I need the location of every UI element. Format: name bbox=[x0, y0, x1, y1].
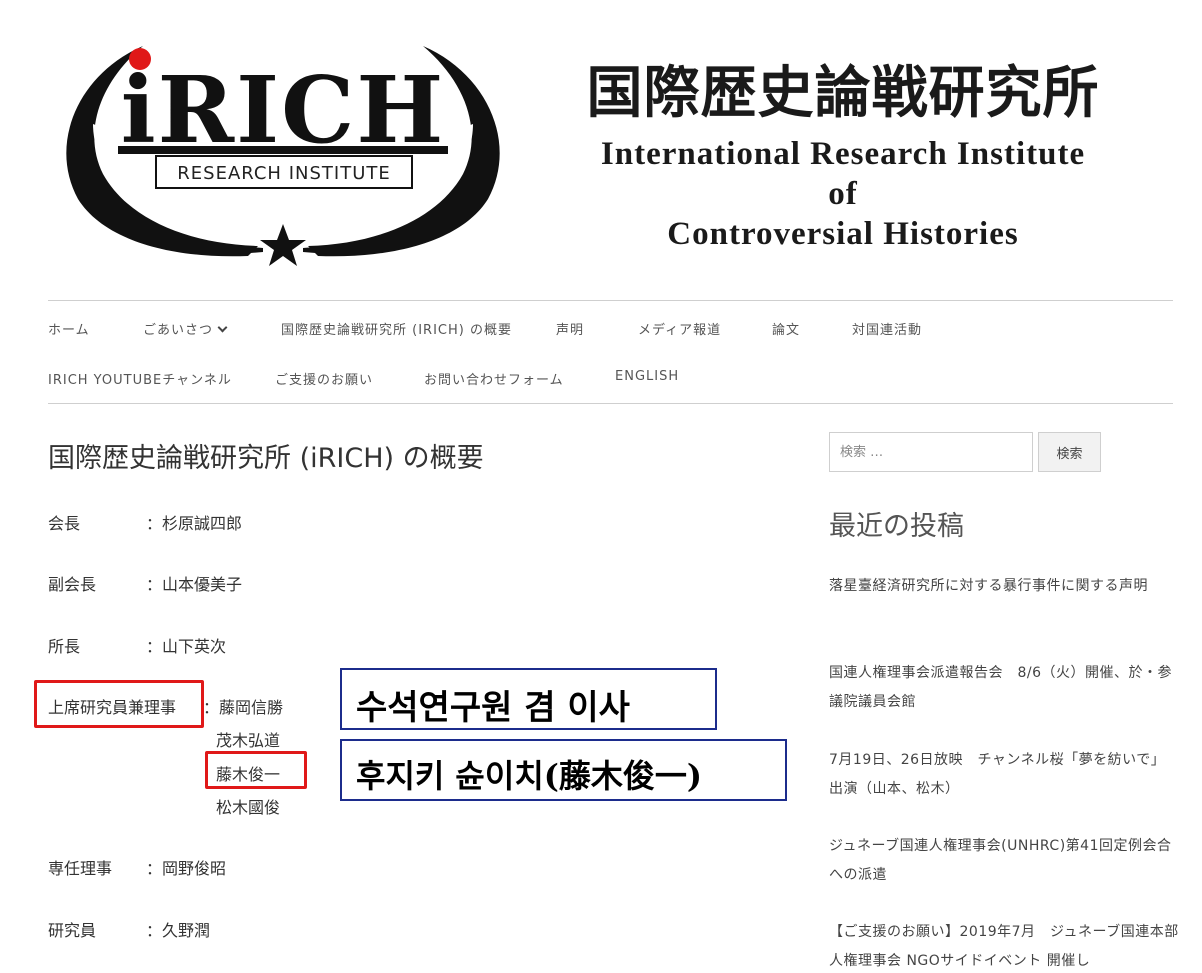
staff-name-senior-researcher: ：藤岡信勝 bbox=[203, 698, 284, 717]
nav-item-contact[interactable]: お問い合わせフォーム bbox=[424, 369, 564, 388]
nav-item-un-activities[interactable]: 対国連活動 bbox=[852, 319, 922, 338]
nav-item-english[interactable]: ENGLISH bbox=[615, 369, 679, 384]
staff-name-executive-director: ：岡野俊昭 bbox=[146, 859, 227, 878]
highlight-box-name bbox=[205, 751, 307, 789]
site-title-en-line3: Controversial Histories bbox=[667, 216, 1019, 252]
nav-item-greeting[interactable]: ごあいさつ bbox=[143, 319, 228, 338]
search-input[interactable] bbox=[829, 432, 1033, 472]
site-title-en-line1: International Research Institute bbox=[600, 136, 1086, 172]
recent-post-link[interactable]: 【ご支援のお願い】2019年7月 ジュネーブ国連本部 人権理事会 NGOサイドイ… bbox=[829, 918, 1179, 973]
senior-member-name: 茂木弘道 bbox=[216, 731, 281, 750]
staff-role-director: 所長 bbox=[48, 637, 81, 656]
nav-item-papers[interactable]: 論文 bbox=[772, 319, 800, 338]
irich-logo-emblem: iRICH RESEARCH INSTITUTE bbox=[66, 46, 500, 266]
staff-role-executive-director: 専任理事 bbox=[48, 859, 113, 878]
staff-role-vice-president: 副会長 bbox=[48, 575, 97, 594]
recent-post-link[interactable]: 国連人権理事会派遣報告会 8/6（火）開催、於・参議院議員会館 bbox=[829, 659, 1179, 717]
staff-name-researcher: ：久野潤 bbox=[146, 921, 211, 940]
recent-post-link[interactable]: ジュネーブ国連人権理事会(UNHRC)第41回定例会合への派遣 bbox=[829, 832, 1179, 890]
senior-member-name: 松木國俊 bbox=[216, 798, 281, 817]
chevron-down-icon bbox=[217, 322, 228, 333]
nav-item-home[interactable]: ホーム bbox=[48, 319, 90, 338]
nav-item-statements[interactable]: 声明 bbox=[556, 319, 584, 338]
recent-posts-heading: 最近の投稿 bbox=[829, 511, 964, 542]
staff-role-researcher: 研究員 bbox=[48, 921, 97, 940]
search-button[interactable]: 検索 bbox=[1038, 432, 1101, 472]
highlight-box-role bbox=[34, 680, 204, 728]
site-header: iRICH RESEARCH INSTITUTE 国際歴史論戦研究所 Inter… bbox=[48, 28, 1154, 278]
nav-item-media[interactable]: メディア報道 bbox=[638, 319, 721, 338]
annotation-name-korean: 후지키 슌이치(藤木俊一) bbox=[356, 757, 703, 795]
recent-post-link[interactable]: 7月19日、26日放映 チャンネル桜「夢を紡いで」出演（山本、松木） bbox=[829, 746, 1179, 804]
site-title-jp: 国際歴史論戦研究所 bbox=[586, 60, 1100, 126]
staff-role-president: 会長 bbox=[48, 514, 81, 533]
logo-subtext: RESEARCH INSTITUTE bbox=[177, 163, 390, 184]
nav-item-youtube[interactable]: IRICH YOUTUBEチャンネル bbox=[48, 369, 232, 388]
staff-name-president: ：杉原誠四郎 bbox=[146, 514, 243, 533]
nav-item-overview[interactable]: 国際歴史論戦研究所 (IRICH) の概要 bbox=[281, 319, 512, 338]
main-navigation: ホーム ごあいさつ 国際歴史論戦研究所 (IRICH) の概要 声明 メディア報… bbox=[48, 300, 1173, 404]
annotation-title-korean: 수석연구원 겸 이사 bbox=[356, 688, 630, 728]
nav-item-greeting-label: ごあいさつ bbox=[143, 323, 214, 338]
page-title: 国際歴史論戦研究所 (iRICH) の概要 bbox=[48, 443, 484, 474]
staff-name-director: ：山下英次 bbox=[146, 637, 227, 656]
nav-item-support[interactable]: ご支援のお願い bbox=[275, 369, 373, 388]
recent-post-link[interactable]: 落星臺経済研究所に対する暴行事件に関する声明 bbox=[829, 572, 1179, 601]
site-title-en-line2: of bbox=[828, 176, 858, 212]
staff-name-vice-president: ：山本優美子 bbox=[146, 575, 243, 594]
